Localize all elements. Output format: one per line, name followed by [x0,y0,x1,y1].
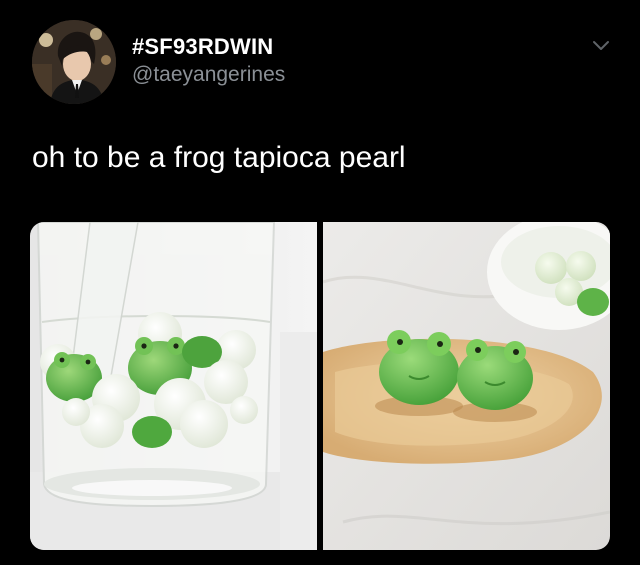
media-grid[interactable] [30,222,610,550]
user-handle[interactable]: @taeyangerines [132,63,285,87]
display-name[interactable]: #SF93RDWIN [132,34,273,60]
tweet-text: oh to be a frog tapioca pearl [32,141,406,174]
photo-spoon-with-frogs[interactable] [323,222,610,550]
photo-glass-of-pearls[interactable] [30,222,317,550]
avatar[interactable] [32,20,116,104]
profile-avatar-image [32,20,116,104]
chevron-down-icon[interactable] [592,40,610,52]
